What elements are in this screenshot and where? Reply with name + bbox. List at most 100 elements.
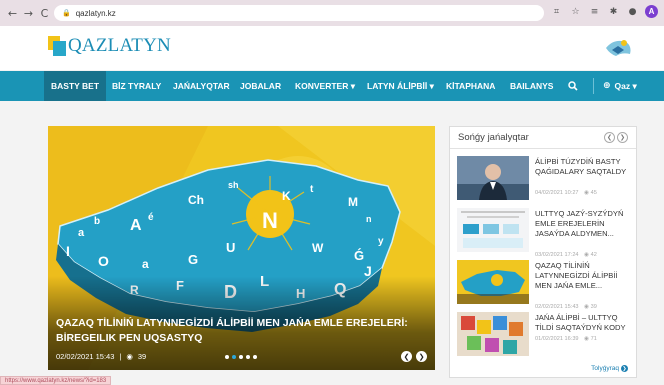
profile-avatar[interactable]: A bbox=[645, 5, 658, 18]
news-thumbnail bbox=[457, 156, 529, 200]
news-nav: ❮ ❯ bbox=[604, 132, 628, 143]
bookmark-star-icon[interactable]: ☆ bbox=[569, 5, 582, 18]
latest-news-panel: Sońǵy jańalyqtar ❮ ❯ ÁLİPBİ TÚZYDİŃ BAST… bbox=[449, 126, 637, 378]
news-item[interactable]: QAZAQ TİLİNİŃ LATYNNEGİZDİ ÁLİPBİİ MEN J… bbox=[457, 260, 633, 312]
svg-text:K: K bbox=[282, 189, 291, 203]
slider-next-icon[interactable]: ❯ bbox=[416, 351, 427, 362]
news-next-icon[interactable]: ❯ bbox=[617, 132, 628, 143]
nav-item-news[interactable]: JAŃALYQTAR bbox=[173, 71, 230, 101]
svg-text:Ch: Ch bbox=[188, 193, 204, 207]
news-title[interactable]: JAŃA ÁLİPBİ – ULTTYQ TİLDİ SAQTAÝDYŃ KOD… bbox=[535, 313, 633, 333]
eye-icon: ◉ bbox=[584, 252, 590, 258]
news-heading: Sońǵy jańalyqtar ❮ ❯ bbox=[450, 127, 636, 149]
svg-text:W: W bbox=[312, 241, 324, 255]
language-label: Qaz ▾ bbox=[614, 80, 637, 91]
globe-icon: ⊕ bbox=[603, 81, 611, 91]
back-icon[interactable]: ← bbox=[6, 6, 19, 20]
slide-title[interactable]: QAZAQ TİLİNİŃ LATYNNEGİZDİ ÁLİPBİİ MEN J… bbox=[56, 316, 426, 346]
forward-icon[interactable]: → bbox=[22, 6, 35, 20]
news-heading-text: Sońǵy jańalyqtar bbox=[458, 132, 529, 143]
arrow-right-icon: ❯ bbox=[621, 365, 628, 372]
reading-list-icon[interactable]: ≡ bbox=[588, 5, 601, 18]
svg-text:a: a bbox=[142, 257, 149, 271]
slider-dot-active[interactable] bbox=[232, 355, 236, 359]
svg-text:N: N bbox=[262, 208, 278, 233]
svg-text:n: n bbox=[366, 214, 372, 224]
news-meta: 01/02/2021 16:39 ◉ 71 bbox=[535, 336, 597, 342]
eye-icon: ◉ bbox=[584, 336, 590, 342]
translate-icon[interactable]: ⌗ bbox=[550, 5, 563, 18]
nav-item-converter[interactable]: KONVERTER ▾ bbox=[295, 71, 355, 101]
news-views: 39 bbox=[590, 304, 597, 310]
nav-divider bbox=[593, 78, 594, 94]
logo-mark-icon bbox=[48, 36, 66, 56]
browser-toolbar: ← → C 🔒 qazlatyn.kz ⌗ ☆ ≡ ✱ ● A bbox=[0, 0, 664, 26]
news-views: 45 bbox=[590, 190, 597, 196]
media-icon[interactable]: ● bbox=[626, 5, 639, 18]
svg-text:O: O bbox=[98, 253, 109, 269]
svg-text:A: A bbox=[130, 217, 142, 234]
reload-icon[interactable]: C bbox=[38, 6, 51, 20]
news-thumbnail bbox=[457, 260, 529, 304]
news-prev-icon[interactable]: ❮ bbox=[604, 132, 615, 143]
news-title[interactable]: QAZAQ TİLİNİŃ LATYNNEGİZDİ ÁLİPBİİ MEN J… bbox=[535, 261, 633, 291]
search-icon[interactable] bbox=[568, 71, 578, 101]
language-selector[interactable]: ⊕ Qaz ▾ bbox=[603, 71, 637, 101]
news-views: 42 bbox=[590, 252, 597, 258]
news-views: 71 bbox=[590, 336, 597, 342]
featured-slider[interactable]: ab Aé Chsh Kt Mn IO aG UN WǴ y RF DL HQ … bbox=[48, 126, 435, 370]
slide-meta: 02/02/2021 15:43 | ◉ 39 bbox=[56, 352, 146, 361]
news-more-link[interactable]: Tolyǵyraq ❯ bbox=[591, 365, 628, 372]
slider-dot[interactable] bbox=[239, 355, 243, 359]
slide-separator: | bbox=[119, 352, 122, 361]
nav-item-latin-alphabet[interactable]: LATYN ÁLİPBİİ ▾ bbox=[367, 71, 434, 101]
site-logo[interactable]: QAZLATYN bbox=[48, 35, 171, 57]
nav-item-about[interactable]: BİZ TYRALY bbox=[112, 71, 161, 101]
svg-text:M: M bbox=[348, 195, 358, 209]
extensions-icon[interactable]: ✱ bbox=[607, 5, 620, 18]
address-bar[interactable]: 🔒 qazlatyn.kz bbox=[54, 5, 544, 21]
news-date: 02/02/2021 15:43 bbox=[535, 304, 579, 310]
nav-item-home[interactable]: BASTY BET bbox=[44, 71, 107, 101]
address-text[interactable]: qazlatyn.kz bbox=[76, 9, 116, 18]
lock-icon: 🔒 bbox=[62, 9, 71, 17]
news-item[interactable]: JAŃA ÁLİPBİ – ULTTYQ TİLDİ SAQTAÝDYŃ KOD… bbox=[457, 312, 633, 364]
page: QAZLATYN BASTY BET BİZ TYRALY JAŃALYQTAR… bbox=[0, 26, 664, 385]
eye-icon: ◉ bbox=[584, 304, 590, 310]
svg-text:é: é bbox=[148, 212, 154, 223]
news-item[interactable]: ÁLİPBİ TÚZYDİŃ BASTY QAǴIDALARY SAQTALDY… bbox=[457, 156, 633, 208]
slider-arrows: ❮ ❯ bbox=[401, 351, 427, 362]
svg-text:G: G bbox=[188, 252, 198, 267]
slider-dot[interactable] bbox=[246, 355, 250, 359]
svg-text:a: a bbox=[78, 227, 85, 239]
svg-text:y: y bbox=[378, 236, 384, 247]
nav-item-library[interactable]: KİTAPHANA bbox=[446, 71, 495, 101]
eye-icon: ◉ bbox=[126, 352, 133, 361]
news-date: 04/02/2021 10:27 bbox=[535, 190, 579, 196]
slider-prev-icon[interactable]: ❮ bbox=[401, 351, 412, 362]
eye-icon: ◉ bbox=[584, 190, 590, 196]
status-bar-url: https://www.qazlatyn.kz/news/?id=183 bbox=[0, 376, 112, 385]
svg-text:U: U bbox=[226, 240, 235, 255]
news-title[interactable]: ÁLİPBİ TÚZYDİŃ BASTY QAǴIDALARY SAQTALDY bbox=[535, 157, 633, 177]
nav-item-projects[interactable]: JOBALAR bbox=[240, 71, 281, 101]
site-header: QAZLATYN bbox=[0, 26, 664, 70]
slider-dot[interactable] bbox=[253, 355, 257, 359]
svg-text:b: b bbox=[94, 216, 100, 227]
nav-item-contacts[interactable]: BAILANYS bbox=[510, 71, 553, 101]
svg-text:I: I bbox=[66, 243, 70, 259]
news-meta: 04/02/2021 10:27 ◉ 45 bbox=[535, 190, 597, 196]
slider-pagination bbox=[225, 355, 257, 359]
slide-date: 02/02/2021 15:43 bbox=[56, 352, 115, 361]
news-thumbnail bbox=[457, 312, 529, 356]
news-item[interactable]: ULTTYQ JAZÝ-SYZÝDYŃ EMLE EREJELERİN JASA… bbox=[457, 208, 633, 260]
svg-text:sh: sh bbox=[228, 180, 239, 190]
slider-dot[interactable] bbox=[225, 355, 229, 359]
news-thumbnail bbox=[457, 208, 529, 252]
news-title[interactable]: ULTTYQ JAZÝ-SYZÝDYŃ EMLE EREJELERİN JASA… bbox=[535, 209, 633, 239]
svg-text:Ǵ: Ǵ bbox=[354, 248, 364, 263]
news-date: 01/02/2021 16:39 bbox=[535, 336, 579, 342]
news-meta: 03/02/2021 17:24 ◉ 42 bbox=[535, 252, 597, 258]
slide-views: 39 bbox=[137, 352, 147, 361]
main-navigation: BASTY BET BİZ TYRALY JAŃALYQTAR JOBALAR … bbox=[0, 71, 664, 101]
